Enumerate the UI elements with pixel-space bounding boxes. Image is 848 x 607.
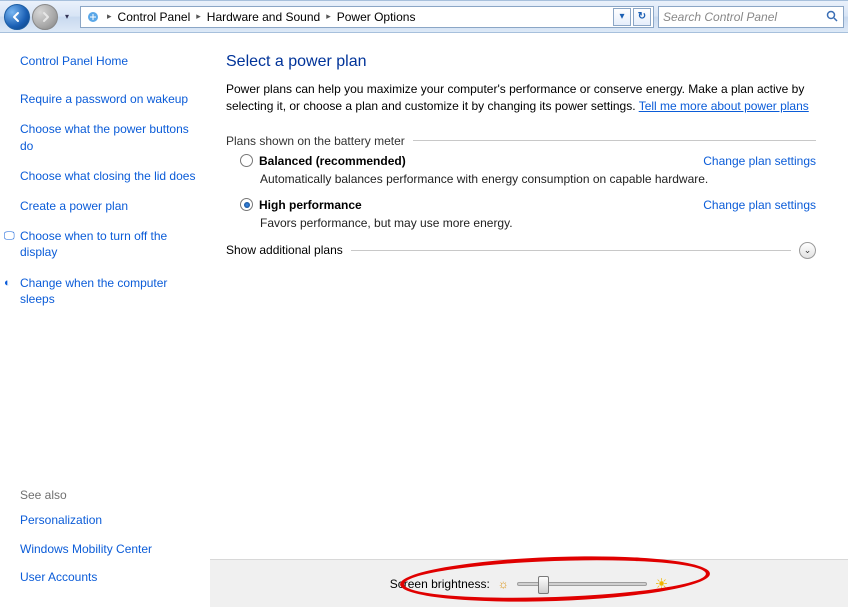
see-also-header: See also	[20, 488, 198, 502]
search-icon	[826, 10, 839, 23]
slider-thumb[interactable]	[538, 576, 549, 594]
plans-fieldset-header: Plans shown on the battery meter	[226, 134, 816, 148]
brightness-control: Screen brightness: ☼ ☀	[390, 575, 669, 593]
page-title: Select a power plan	[226, 53, 816, 71]
chevron-right-icon: ▸	[105, 11, 114, 22]
change-plan-settings-link[interactable]: Change plan settings	[703, 154, 816, 168]
sidebar-link[interactable]: Choose what the power buttons do	[20, 121, 198, 153]
chevron-right-icon: ▸	[324, 11, 333, 22]
back-button[interactable]	[4, 4, 30, 30]
breadcrumb-segment[interactable]: Hardware and Sound	[203, 7, 324, 27]
chevron-down-icon[interactable]: ⌄	[799, 242, 816, 259]
content-area: Control Panel Home Require a password on…	[0, 33, 848, 607]
brightness-high-icon: ☀	[655, 575, 668, 593]
radio-button[interactable]	[240, 154, 253, 167]
sidebar-link[interactable]: Require a password on wakeup	[20, 91, 198, 107]
sidebar-link[interactable]: ◐ Change when the computer sleeps	[20, 275, 198, 307]
refresh-button[interactable]: ↻	[633, 8, 651, 26]
search-placeholder: Search Control Panel	[663, 10, 777, 24]
address-bar[interactable]: ▸ Control Panel ▸ Hardware and Sound ▸ P…	[80, 6, 654, 28]
see-also-link[interactable]: Personalization	[20, 512, 198, 528]
see-also-link[interactable]: Windows Mobility Center	[20, 541, 198, 557]
brightness-label: Screen brightness:	[390, 577, 490, 591]
navigation-bar: ▾ ▸ Control Panel ▸ Hardware and Sound ▸…	[0, 1, 848, 33]
see-also-link[interactable]: User Accounts	[20, 569, 198, 585]
sleep-icon: ◐	[4, 276, 11, 291]
bottom-bar: Screen brightness: ☼ ☀	[210, 559, 848, 607]
brightness-low-icon: ☼	[498, 577, 509, 591]
breadcrumb-segment[interactable]: Power Options	[333, 7, 420, 27]
radio-button[interactable]	[240, 198, 253, 211]
plan-description: Favors performance, but may use more ene…	[260, 216, 816, 230]
plan-description: Automatically balances performance with …	[260, 172, 816, 186]
brightness-slider[interactable]	[517, 582, 647, 586]
tell-me-more-link[interactable]: Tell me more about power plans	[639, 99, 809, 113]
history-dropdown[interactable]: ▾	[60, 4, 74, 30]
sidebar-link[interactable]: Choose what closing the lid does	[20, 168, 198, 184]
plan-name: High performance	[259, 198, 362, 212]
intro-text: Power plans can help you maximize your c…	[226, 81, 816, 116]
forward-button[interactable]	[32, 4, 58, 30]
breadcrumb-segment[interactable]: Control Panel	[114, 7, 195, 27]
sidebar-link[interactable]: Create a power plan	[20, 198, 198, 214]
power-plan-option: Balanced (recommended) Change plan setti…	[240, 154, 816, 186]
change-plan-settings-link[interactable]: Change plan settings	[703, 198, 816, 212]
address-dropdown-button[interactable]: ▾	[613, 8, 631, 26]
search-input[interactable]: Search Control Panel	[658, 6, 844, 28]
power-plan-option: High performance Change plan settings Fa…	[240, 198, 816, 230]
main-panel: Select a power plan Power plans can help…	[210, 33, 848, 607]
sidebar-link[interactable]: 🖵 Choose when to turn off the display	[20, 228, 198, 260]
window: ▾ ▸ Control Panel ▸ Hardware and Sound ▸…	[0, 0, 848, 607]
location-icon	[85, 9, 101, 25]
monitor-icon: 🖵	[4, 229, 15, 244]
chevron-right-icon: ▸	[194, 11, 203, 22]
show-additional-plans[interactable]: Show additional plans ⌄	[226, 242, 816, 259]
sidebar: Control Panel Home Require a password on…	[0, 33, 210, 607]
plan-name: Balanced (recommended)	[259, 154, 406, 168]
control-panel-home-link[interactable]: Control Panel Home	[20, 53, 198, 69]
